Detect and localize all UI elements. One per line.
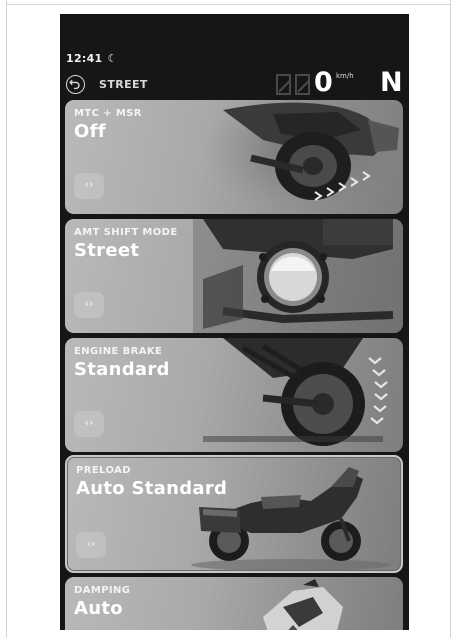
left-right-arrows-icon: ‹› [84, 178, 94, 191]
setting-card-damping[interactable]: DAMPING Auto [65, 577, 403, 630]
suspension-image [263, 579, 343, 630]
back-arrow-icon [69, 79, 80, 90]
gearbox-clutch-image [193, 219, 403, 333]
status-bar: 12:41 ☾ [66, 52, 118, 65]
speed-value: 0 [314, 67, 333, 98]
toggle-button[interactable]: ‹› [74, 173, 104, 199]
back-button[interactable] [66, 75, 85, 94]
moon-icon: ☾ [107, 52, 118, 65]
riding-mode-label: STREET [99, 78, 148, 91]
setting-value: Standard [74, 359, 170, 380]
clock: 12:41 [66, 52, 103, 65]
header-bar: STREET 0 km/h N [60, 68, 409, 100]
setting-card-preload[interactable]: PRELOAD Auto Standard ‹› [65, 455, 403, 573]
toggle-button[interactable]: ‹› [74, 292, 104, 318]
setting-value: Off [74, 121, 106, 142]
motorcycle-rear-image [203, 100, 403, 214]
rear-wheel-image [203, 338, 388, 446]
motorcycle-side-image [191, 467, 391, 571]
setting-title: AMT SHIFT MODE [74, 227, 178, 238]
toggle-button[interactable]: ‹› [74, 411, 104, 437]
gear-indicator: N [380, 67, 403, 98]
page-divider-left [6, 0, 7, 638]
setting-title: DAMPING [74, 585, 131, 596]
setting-card-engine-brake[interactable]: ENGINE BRAKE Standard ‹› [65, 338, 403, 452]
setting-title: MTC + MSR [74, 108, 142, 119]
left-right-arrows-icon: ‹› [84, 297, 94, 310]
setting-title: PRELOAD [76, 465, 131, 476]
speed-unit: km/h [336, 72, 354, 80]
setting-title: ENGINE BRAKE [74, 346, 163, 357]
page-divider-right [450, 0, 451, 638]
setting-value: Auto Standard [76, 478, 228, 499]
inactive-digit [295, 74, 310, 95]
left-right-arrows-icon: ‹› [84, 416, 94, 429]
inactive-digit [276, 74, 291, 95]
page-divider-top [6, 4, 450, 5]
setting-value: Auto [74, 598, 123, 619]
setting-value: Street [74, 240, 140, 261]
dashboard-screen: 12:41 ☾ STREET 0 km/h N MTC + MSR Off ‹›… [60, 14, 409, 630]
toggle-button[interactable]: ‹› [76, 532, 106, 558]
setting-card-amt-shift-mode[interactable]: AMT SHIFT MODE Street ‹› [65, 219, 403, 333]
left-right-arrows-icon: ‹› [86, 537, 96, 550]
setting-card-mtc-msr[interactable]: MTC + MSR Off ‹› [65, 100, 403, 214]
